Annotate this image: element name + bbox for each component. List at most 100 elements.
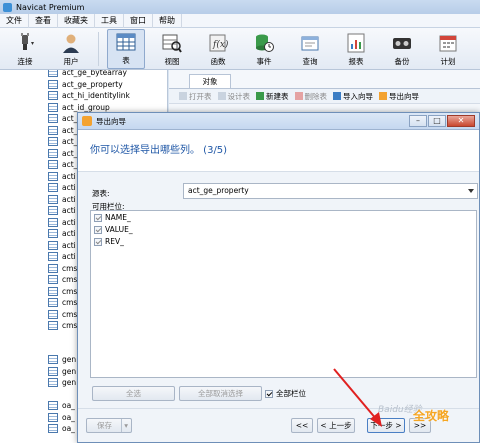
available-fields-list[interactable]: NAME_ VALUE_ REV_ (90, 210, 477, 378)
field-item[interactable]: VALUE_ (91, 224, 476, 235)
tree-item[interactable]: acti (48, 194, 76, 205)
window-title: Navicat Premium (16, 2, 85, 12)
tree-item[interactable]: gen (48, 366, 76, 377)
table-icon (48, 103, 58, 112)
window-controls: – □ ✕ (408, 115, 475, 127)
tree-item[interactable]: oa_ (48, 412, 75, 423)
tree-item[interactable]: act_ (48, 159, 77, 170)
toolbar-separator (98, 31, 99, 66)
field-item[interactable]: NAME_ (91, 212, 476, 223)
export-wizard-dialog: 导出向导 – □ ✕ 你可以选择导出哪些列。 (3/5) 源表: act_ge_… (77, 112, 480, 443)
tree-item[interactable]: cms (48, 286, 77, 297)
table-button[interactable]: 表 (107, 28, 145, 69)
menu-help[interactable]: 帮助 (153, 13, 182, 28)
query-button[interactable]: 查询 (291, 29, 329, 69)
backup-button[interactable]: 备份 (383, 29, 421, 69)
query-icon (300, 33, 320, 53)
table-icon (48, 367, 58, 376)
report-icon (346, 33, 366, 53)
tree-item[interactable]: act_hi_identitylink (48, 90, 130, 101)
table-icon (48, 310, 58, 319)
event-icon (254, 33, 274, 53)
select-all-button[interactable]: 全选 (92, 386, 175, 401)
connect-button[interactable]: 连接 (6, 29, 44, 69)
field-checkbox[interactable] (94, 213, 102, 222)
first-step-button[interactable]: << (291, 418, 313, 433)
report-button[interactable]: 报表 (337, 29, 375, 69)
table-icon (48, 149, 58, 158)
tree-item[interactable]: cms (48, 320, 77, 331)
query-label: 查询 (302, 56, 318, 66)
calendar-icon (438, 33, 458, 53)
tree-item[interactable]: acti (48, 217, 76, 228)
tree-item[interactable]: cms (48, 263, 77, 274)
delete-table-button[interactable]: 删除表 (294, 91, 327, 102)
all-fields-checkbox[interactable] (265, 389, 273, 398)
annotation-arrow-icon (333, 368, 382, 427)
deselect-all-button[interactable]: 全部取消选择 (179, 386, 262, 401)
tree-item[interactable]: cms (48, 274, 77, 285)
source-table-select[interactable]: act_ge_property (183, 183, 478, 199)
schedule-button[interactable]: 计划 (429, 29, 467, 69)
tree-item[interactable]: acti (48, 182, 76, 193)
menu-file[interactable]: 文件 (0, 13, 29, 28)
menu-tools[interactable]: 工具 (95, 13, 124, 28)
tree-item[interactable]: act_ (48, 125, 77, 136)
tree-item[interactable]: acti (48, 171, 76, 182)
tree-item[interactable]: cms (48, 297, 77, 308)
function-icon: f(x) (208, 33, 228, 53)
tree-item[interactable]: act_ (48, 148, 77, 159)
menu-favorites[interactable]: 收藏夹 (58, 13, 95, 28)
table-icon (48, 378, 58, 387)
tree-item[interactable]: gen (48, 354, 76, 365)
tree-item[interactable]: acti (48, 240, 76, 251)
wizard-body: 源表: act_ge_property 可用栏位: NAME_ VALUE_ R… (78, 172, 479, 408)
navicat-app-icon (3, 2, 12, 12)
tree-item[interactable]: act_ (48, 136, 77, 147)
tree-item[interactable]: act_ge_bytearray (48, 70, 127, 78)
close-button[interactable]: ✕ (447, 115, 475, 127)
chevron-down-icon (468, 189, 474, 193)
all-fields-option[interactable]: 全部栏位 (265, 388, 306, 399)
tree-item[interactable]: oa_ (48, 423, 75, 434)
tree-item[interactable]: cms (48, 309, 77, 320)
tree-item[interactable]: act_ (48, 113, 77, 124)
design-table-button[interactable]: 设计表 (217, 91, 250, 102)
schedule-label: 计划 (440, 56, 456, 66)
menu-view[interactable]: 查看 (29, 13, 58, 28)
table-icon (48, 275, 58, 284)
tree-item[interactable]: acti (48, 228, 76, 239)
import-wizard-button[interactable]: 导入向导 (333, 91, 373, 102)
field-checkbox[interactable] (94, 237, 102, 246)
backup-icon (392, 33, 412, 53)
function-button[interactable]: f(x) 函数 (199, 29, 237, 69)
delete-table-icon (294, 92, 303, 100)
field-item[interactable]: REV_ (91, 236, 476, 247)
view-button[interactable]: 视图 (153, 29, 191, 69)
dialog-title-bar: 导出向导 – □ ✕ (78, 113, 479, 130)
table-icon (48, 160, 58, 169)
tab-objects[interactable]: 对象 (189, 74, 231, 88)
table-icon (48, 321, 58, 330)
design-table-icon (217, 92, 226, 100)
tree-item[interactable]: act_ge_property (48, 79, 123, 90)
table-icon (48, 206, 58, 215)
event-button[interactable]: 事件 (245, 29, 283, 69)
table-icon (48, 126, 58, 135)
source-table-label: 源表: (92, 189, 110, 198)
open-table-button[interactable]: 打开表 (179, 91, 212, 102)
save-button[interactable]: 保存 ▾ (86, 418, 132, 433)
menu-window[interactable]: 窗口 (124, 13, 153, 28)
tree-item[interactable]: acti (48, 205, 76, 216)
export-wizard-button[interactable]: 导出向导 (379, 91, 419, 102)
minimize-button[interactable]: – (409, 115, 427, 127)
watermark-text: 全攻略 (413, 409, 450, 423)
maximize-button[interactable]: □ (428, 115, 446, 127)
import-icon (333, 92, 341, 100)
tree-item[interactable]: oa_ (48, 400, 75, 411)
field-checkbox[interactable] (94, 225, 102, 234)
user-button[interactable]: 用户 (52, 29, 90, 69)
new-table-button[interactable]: 新建表 (256, 91, 289, 102)
tree-item[interactable]: gen (48, 377, 76, 388)
tree-item[interactable]: acti (48, 251, 76, 262)
